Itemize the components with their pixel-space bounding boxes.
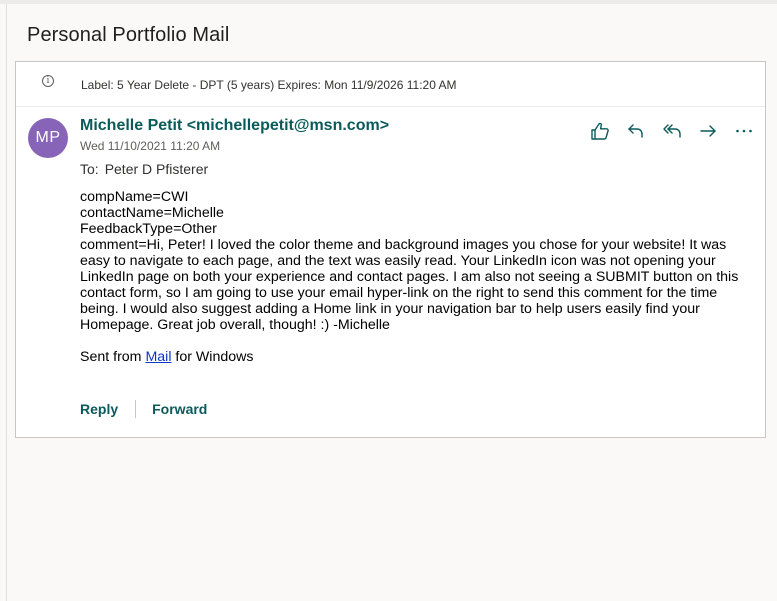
sender-name[interactable]: Michelle Petit <michellepetit@msn.com> <box>80 117 389 135</box>
comment-paragraph: comment=Hi, Peter! I loved the color the… <box>80 237 739 333</box>
to-label: To: <box>80 161 99 177</box>
like-button[interactable] <box>582 120 618 142</box>
body-line: compName=CWI <box>80 189 189 205</box>
reply-all-button[interactable] <box>654 120 690 142</box>
message-card: i Label: 5 Year Delete - DPT (5 years) E… <box>15 61 766 438</box>
reply-icon <box>628 124 643 138</box>
to-recipient[interactable]: Peter D Pfisterer <box>105 161 208 177</box>
footer-divider <box>135 400 137 418</box>
top-strip <box>0 0 777 4</box>
body-line: contactName=Michelle <box>80 205 224 221</box>
info-icon[interactable]: i <box>42 75 54 87</box>
more-icon <box>736 129 752 133</box>
reply-button[interactable] <box>618 120 654 142</box>
to-line: To: Peter D Pfisterer <box>80 161 208 177</box>
forward-footer-button[interactable]: Forward <box>152 401 207 417</box>
mail-link[interactable]: Mail <box>145 349 171 365</box>
signature: Sent from Mail for Windows <box>80 349 750 365</box>
message-subject: Personal Portfolio Mail <box>27 24 230 46</box>
retention-label-bar: i Label: 5 Year Delete - DPT (5 years) E… <box>16 62 765 107</box>
signature-suffix: for Windows <box>171 349 254 365</box>
message-footer: Reply Forward <box>80 400 207 418</box>
like-icon <box>591 122 609 140</box>
message-body: compName=CWI contactName=Michelle Feedba… <box>80 189 750 365</box>
signature-prefix: Sent from <box>80 349 146 365</box>
retention-label: Label: 5 Year Delete - DPT (5 years) Exp… <box>81 78 457 92</box>
forward-icon <box>700 125 716 137</box>
avatar[interactable]: MP <box>28 118 68 158</box>
body-line: FeedbackType=Other <box>80 221 217 237</box>
message-actions <box>582 120 762 142</box>
reply-all-icon <box>663 124 681 138</box>
reply-footer-button[interactable]: Reply <box>80 401 118 417</box>
pane-divider <box>6 4 7 601</box>
sent-date: Wed 11/10/2021 11:20 AM <box>80 139 221 153</box>
more-actions-button[interactable] <box>726 120 762 142</box>
forward-button[interactable] <box>690 120 726 142</box>
